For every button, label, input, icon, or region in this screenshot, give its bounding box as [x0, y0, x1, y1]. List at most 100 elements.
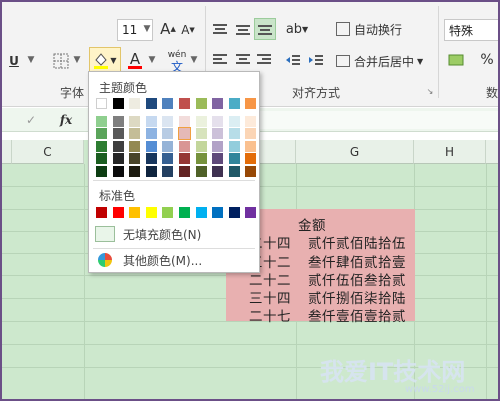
standard-color-swatch[interactable] — [145, 207, 157, 218]
theme-shade-swatch[interactable] — [228, 165, 240, 177]
border-icon[interactable] — [50, 50, 72, 72]
theme-shade-swatch[interactable] — [129, 128, 141, 140]
orientation-icon[interactable]: ab ▼ — [283, 18, 311, 40]
merge-center-button[interactable]: 合并后居中 ▼ — [336, 50, 436, 72]
theme-shade-swatch[interactable] — [112, 128, 124, 140]
theme-shade-swatch[interactable] — [112, 165, 124, 177]
column-header-f[interactable] — [260, 140, 296, 164]
no-fill-option[interactable]: 无填充颜色(N) — [95, 224, 255, 244]
standard-color-swatch[interactable] — [195, 207, 207, 218]
theme-shade-swatch[interactable] — [145, 116, 157, 127]
theme-shade-swatch[interactable] — [245, 140, 257, 152]
theme-shade-swatch[interactable] — [179, 153, 190, 165]
align-bottom-icon[interactable] — [254, 18, 276, 40]
theme-shade-swatch[interactable] — [96, 153, 107, 165]
theme-shade-swatch[interactable] — [228, 140, 240, 152]
theme-shade-swatch[interactable] — [129, 153, 141, 165]
theme-shade-swatch[interactable] — [245, 116, 257, 127]
currency-icon[interactable] — [446, 50, 466, 70]
theme-color-swatch[interactable] — [228, 98, 240, 109]
theme-shade-swatch[interactable] — [129, 165, 141, 177]
theme-shade-swatch[interactable] — [112, 116, 124, 127]
theme-color-swatch[interactable] — [96, 98, 107, 109]
theme-shade-swatch[interactable] — [228, 128, 240, 140]
theme-shade-swatch[interactable] — [212, 153, 224, 165]
cell-amount-header[interactable]: 金额 — [298, 214, 326, 234]
dialog-launcher-icon[interactable]: ↘ — [425, 86, 435, 96]
border-dropdown[interactable]: ▼ — [70, 55, 84, 65]
shrink-font-button[interactable]: A ▼ — [181, 20, 195, 40]
standard-color-swatch[interactable] — [162, 207, 174, 218]
theme-shade-swatch[interactable] — [179, 116, 190, 127]
theme-color-swatch[interactable] — [112, 98, 124, 109]
theme-shade-swatch[interactable] — [129, 140, 141, 152]
theme-shade-swatch[interactable] — [162, 116, 174, 127]
theme-color-swatch[interactable] — [162, 98, 174, 109]
align-right-icon[interactable] — [254, 50, 274, 70]
grow-font-button[interactable]: A ▲ — [160, 18, 176, 40]
theme-shade-swatch[interactable] — [212, 140, 224, 152]
theme-shade-swatch[interactable] — [145, 153, 157, 165]
theme-shade-swatch[interactable] — [195, 116, 207, 127]
theme-shade-swatch[interactable] — [195, 165, 207, 177]
standard-color-swatch[interactable] — [96, 207, 107, 218]
underline-button[interactable]: U — [6, 50, 22, 72]
font-color-dropdown[interactable]: ▼ — [145, 55, 159, 65]
align-middle-icon[interactable] — [233, 20, 253, 40]
cell-amount[interactable]: 贰仟伍佰叁拾贰 — [308, 269, 406, 289]
theme-color-swatch[interactable] — [212, 98, 224, 109]
theme-shade-swatch[interactable] — [129, 116, 141, 127]
cell-amount[interactable]: 叁仟壹佰壹拾贰 — [308, 305, 406, 325]
theme-shade-swatch[interactable] — [212, 128, 224, 140]
phonetic-dropdown[interactable]: ▼ — [187, 55, 201, 65]
standard-color-swatch[interactable] — [228, 207, 240, 218]
column-header-c[interactable]: C — [12, 140, 84, 164]
theme-color-swatch[interactable] — [179, 98, 190, 109]
theme-shade-swatch[interactable] — [179, 165, 190, 177]
theme-shade-swatch[interactable] — [195, 128, 207, 140]
theme-shade-swatch[interactable] — [145, 165, 157, 177]
percent-icon[interactable]: % — [478, 50, 496, 70]
column-header-h[interactable]: H — [414, 140, 486, 164]
theme-shade-swatch[interactable] — [245, 165, 257, 177]
cell-num[interactable]: 三十四 — [249, 287, 291, 307]
theme-color-swatch[interactable] — [145, 98, 157, 109]
align-top-icon[interactable] — [210, 20, 230, 40]
theme-shade-swatch[interactable] — [212, 116, 224, 127]
theme-shade-swatch[interactable] — [96, 116, 107, 127]
theme-shade-swatch[interactable] — [96, 165, 107, 177]
column-header-i[interactable] — [486, 140, 500, 164]
theme-shade-swatch[interactable] — [179, 140, 190, 152]
theme-shade-swatch[interactable] — [145, 128, 157, 140]
theme-shade-swatch[interactable] — [96, 140, 107, 152]
cell-num[interactable]: 二十七 — [249, 305, 291, 325]
standard-color-swatch[interactable] — [129, 207, 141, 218]
theme-shade-swatch[interactable] — [162, 153, 174, 165]
theme-shade-swatch[interactable] — [212, 165, 224, 177]
standard-color-swatch[interactable] — [245, 207, 257, 218]
decrease-indent-icon[interactable] — [283, 50, 303, 70]
wrap-text-button[interactable]: 自动换行 — [336, 18, 410, 40]
theme-shade-swatch[interactable] — [145, 140, 157, 152]
number-format-box[interactable]: 特殊 — [444, 19, 500, 41]
standard-color-swatch[interactable] — [212, 207, 224, 218]
align-center-icon[interactable] — [233, 50, 253, 70]
theme-shade-swatch[interactable] — [112, 153, 124, 165]
cell-amount[interactable]: 叁仟肆佰贰拾壹 — [308, 251, 406, 271]
theme-shade-swatch[interactable] — [228, 153, 240, 165]
theme-shade-swatch[interactable] — [245, 153, 257, 165]
insert-function-icon[interactable]: fx — [56, 110, 76, 130]
cell-amount[interactable]: 贰仟捌佰柒拾陆 — [308, 287, 406, 307]
theme-color-swatch[interactable] — [195, 98, 207, 109]
standard-color-swatch[interactable] — [179, 207, 190, 218]
theme-shade-swatch[interactable] — [96, 128, 107, 140]
theme-color-swatch[interactable] — [129, 98, 141, 109]
theme-shade-swatch[interactable] — [195, 153, 207, 165]
enter-check-icon[interactable]: ✓ — [22, 110, 40, 130]
underline-dropdown[interactable]: ▼ — [24, 55, 38, 65]
theme-shade-swatch[interactable] — [112, 140, 124, 152]
theme-shade-swatch[interactable] — [162, 140, 174, 152]
theme-shade-swatch[interactable] — [162, 165, 174, 177]
theme-shade-swatch[interactable] — [162, 128, 174, 140]
theme-shade-swatch[interactable] — [245, 128, 257, 140]
